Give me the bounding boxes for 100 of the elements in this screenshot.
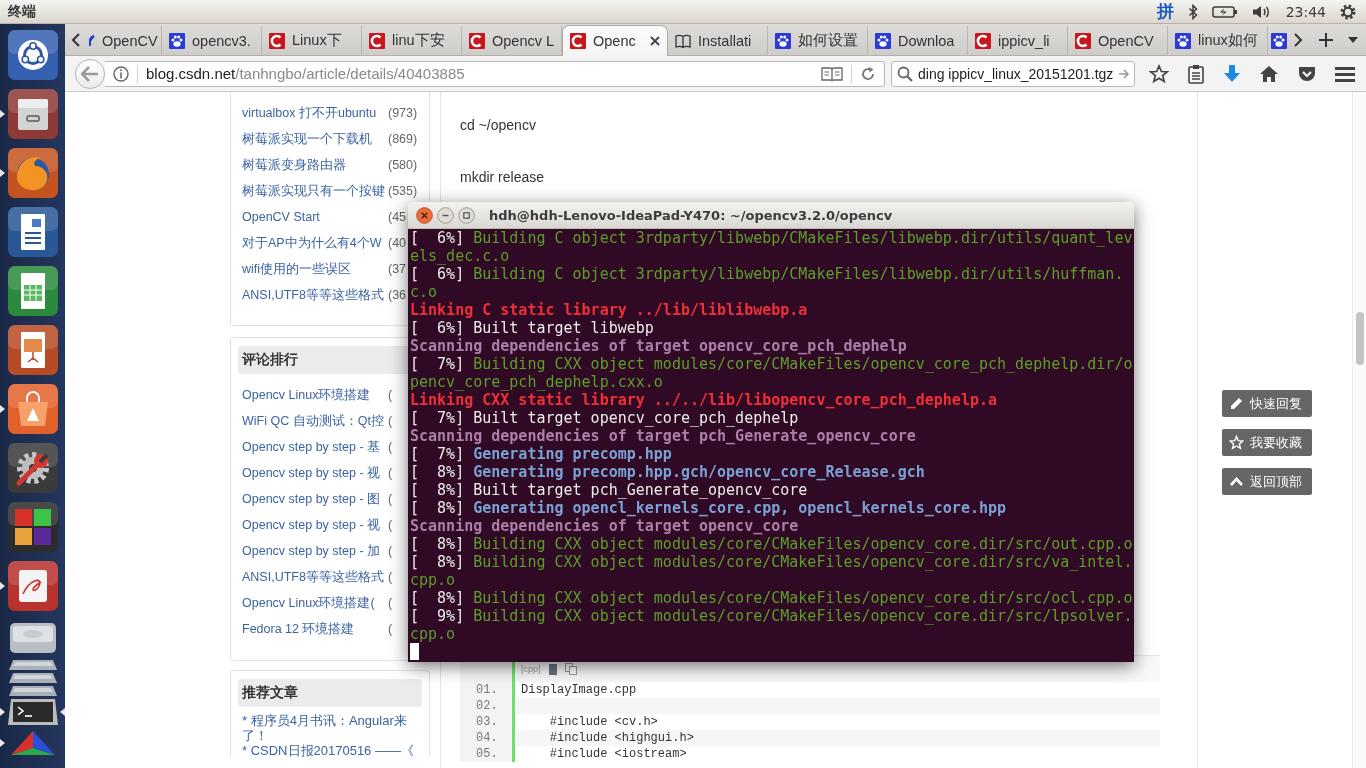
browser-tab[interactable]: Linux下 xyxy=(262,26,362,55)
address-bar[interactable]: blog.csdn.net/tanhngbo/article/details/40403885 xyxy=(105,60,885,87)
document-viewer-icon[interactable] xyxy=(6,560,59,612)
drive-icon[interactable] xyxy=(6,673,59,683)
article-link[interactable]: Fedora 12 环境搭建 xyxy=(242,620,355,638)
c-logo-favicon-icon xyxy=(269,32,285,49)
terminal-line: Linking C static library ../lib/liblibwebp.a xyxy=(410,301,809,319)
terminal-line: Scanning dependencies of target opencv_core_pch_dephelp xyxy=(410,337,908,355)
menu-icon[interactable] xyxy=(1335,65,1355,82)
terminal-line: Scanning dependencies of target opencv_core xyxy=(410,517,800,535)
browser-tab[interactable]: Downloa xyxy=(868,26,968,55)
chevron-right-icon[interactable] xyxy=(1292,31,1304,48)
clipboard-list-icon[interactable] xyxy=(1187,63,1205,84)
presentation-icon[interactable] xyxy=(6,324,59,376)
terminal-icon[interactable] xyxy=(6,699,59,725)
pencil-icon xyxy=(1229,396,1244,411)
article-link[interactable]: ANSI,UTF8等等这些格式 xyxy=(242,286,384,304)
shopping-bag-icon[interactable] xyxy=(6,383,59,435)
scrollbar-thumb[interactable] xyxy=(1356,312,1364,365)
browser-tab[interactable]: OpenCV xyxy=(87,26,162,55)
page-icon[interactable] xyxy=(548,663,557,675)
view-count: ( xyxy=(388,596,393,610)
article-link[interactable]: 树莓派实现只有一个按键 xyxy=(242,182,385,200)
view-count: ( xyxy=(388,544,393,558)
view-count: (580) xyxy=(388,158,418,172)
download-icon[interactable] xyxy=(1223,63,1241,84)
plus-icon[interactable] xyxy=(1318,31,1334,48)
browser-tab[interactable]: OpenCV xyxy=(1068,26,1168,55)
browser-tab[interactable]: Installati xyxy=(668,26,768,55)
article-link[interactable]: 树莓派实现一个下载机 xyxy=(242,130,372,148)
view-count: ( xyxy=(388,440,393,454)
clock[interactable]: 23:44 xyxy=(1285,3,1326,20)
article-link[interactable]: Opencv step by step - 加 xyxy=(242,542,381,560)
terminal-line: [ 7%] Generating precomp.hpp xyxy=(410,445,673,463)
terminal-line: [ 8%] Built target pch_Generate_opencv_core xyxy=(410,481,809,499)
caret-down-icon[interactable] xyxy=(1348,36,1358,43)
copy-icon[interactable] xyxy=(564,663,577,675)
battery-icon[interactable] xyxy=(1211,4,1238,19)
window-title: hdh@hdh-Lenovo-IdeaPad-Y470: ~/opencv3.2.0/opencv xyxy=(489,207,893,223)
close-button[interactable] xyxy=(416,206,433,224)
reader-view-icon[interactable] xyxy=(821,65,843,82)
browser-tab[interactable]: linux如何 xyxy=(1168,26,1268,55)
view-count: (45 xyxy=(388,210,407,224)
article-link[interactable]: Opencv step by step - 视 xyxy=(242,464,381,482)
url-text: blog.csdn.net/tanhngbo/article/details/40403885 xyxy=(146,65,465,82)
view-count: (36 xyxy=(388,288,407,302)
browser-tab[interactable]: 如何设置 xyxy=(768,26,868,55)
scrollbar-track[interactable] xyxy=(1352,92,1366,768)
reload-icon[interactable] xyxy=(860,65,876,82)
article-link[interactable]: ANSI,UTF8等等这些格式 xyxy=(242,568,384,586)
favorite-button[interactable]: 我要收藏 xyxy=(1222,429,1312,456)
article-link[interactable]: 对于AP中为什么有4个W xyxy=(242,234,382,252)
browser-tab[interactable]: ippicv_li xyxy=(968,26,1068,55)
article-link[interactable]: virtualbox 打不开ubuntu xyxy=(242,104,377,122)
article-link[interactable]: 树莓派变身路由器 xyxy=(242,156,346,174)
file-cabinet-icon[interactable] xyxy=(6,88,59,140)
volume-icon[interactable] xyxy=(1251,3,1272,20)
line-number: 01. xyxy=(475,682,499,698)
star-icon[interactable] xyxy=(1149,63,1169,84)
browser-tab[interactable]: opencv3. xyxy=(162,26,262,55)
reply-button[interactable]: 快速回复 xyxy=(1222,390,1312,417)
article-link[interactable]: Opencv Linux环境搭建 xyxy=(242,386,371,404)
article-link[interactable]: wifi使用的一些误区 xyxy=(242,260,352,278)
back-to-top-button[interactable]: 返回顶部 xyxy=(1222,468,1312,495)
c-logo-favicon-icon xyxy=(975,32,991,49)
article-link[interactable]: Opencv step by step - 图 xyxy=(242,490,381,508)
app-title: 终端 xyxy=(8,2,36,21)
input-method-indicator[interactable]: 拼 xyxy=(1156,1,1174,22)
gear-wrench-icon[interactable] xyxy=(6,442,59,494)
close-icon[interactable] xyxy=(650,36,660,46)
c-logo-favicon-icon xyxy=(570,33,586,49)
text-cursor xyxy=(410,643,419,660)
view-count: ( xyxy=(388,622,393,636)
article-link[interactable]: * 程序员4月书讯：Angular来了！ xyxy=(238,713,422,743)
browser-tab[interactable]: Openc xyxy=(562,25,668,56)
info-icon[interactable] xyxy=(113,65,129,82)
article-link[interactable]: * CSDN日报20170516 ——《 xyxy=(238,743,422,758)
text-document-icon[interactable] xyxy=(6,206,59,258)
line-number: 04. xyxy=(475,730,499,746)
drive-icon[interactable] xyxy=(6,686,59,696)
colored-squares-icon[interactable] xyxy=(6,501,59,553)
home-icon[interactable] xyxy=(1259,64,1279,83)
article-link[interactable]: Opencv step by step - 基 xyxy=(242,438,381,456)
browser-tab[interactable]: linu下安 xyxy=(362,26,462,55)
view-count: (535) xyxy=(388,184,418,198)
article-link[interactable]: WiFi QC 自动测试：Qt控 xyxy=(242,412,384,430)
fox-globe-icon[interactable] xyxy=(6,147,59,199)
search-field[interactable]: ding ippicv_linux_20151201.tgz xyxy=(891,60,1135,87)
maximize-button[interactable] xyxy=(458,206,475,224)
browser-tab[interactable]: Opencv L xyxy=(462,26,562,55)
drive-icon[interactable] xyxy=(6,660,59,670)
article-link[interactable]: OpenCV Start xyxy=(242,210,320,224)
article-link[interactable]: Opencv step by step - 视 xyxy=(242,516,381,534)
gear-icon[interactable] xyxy=(1340,3,1356,20)
bluetooth-icon[interactable] xyxy=(1187,3,1198,20)
pocket-icon[interactable] xyxy=(1297,64,1317,83)
article-link[interactable]: Opencv Linux环境搭建( xyxy=(242,594,375,612)
arrow-right-icon[interactable] xyxy=(1118,67,1131,80)
circle-logo-icon[interactable] xyxy=(6,29,59,81)
spreadsheet-icon[interactable] xyxy=(6,265,59,317)
